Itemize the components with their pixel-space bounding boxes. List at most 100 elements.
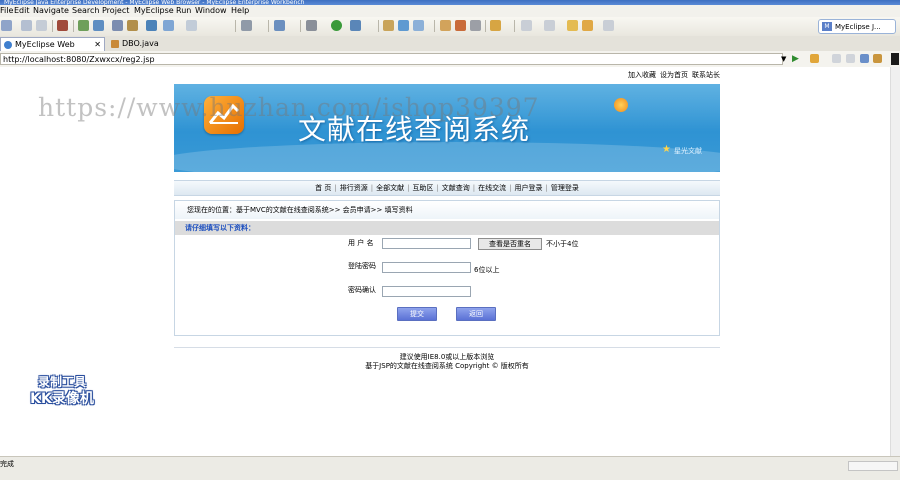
toolbar-separator (378, 20, 379, 32)
java-file-icon (111, 40, 119, 48)
menu-window[interactable]: Window (195, 6, 227, 16)
nav-help-area[interactable]: 互助区 (409, 184, 436, 192)
site-footer: 建议使用IE8.0或以上版本浏览 基于JSP的文献在线查阅系统 Copyrigh… (174, 353, 720, 371)
banner-slogan: 星光文献 (674, 147, 702, 155)
nav-user-login[interactable]: 用户登录 (512, 184, 546, 192)
toolbar-separator (268, 20, 269, 32)
nav-doc-search[interactable]: 文献查询 (439, 184, 473, 192)
nav-home[interactable]: 首 页 (312, 184, 334, 192)
globe-icon (4, 41, 12, 49)
myeclipse-icon: M (822, 22, 832, 31)
toolbar-separator (514, 20, 515, 32)
footer-browser-note: 建议使用IE8.0或以上版本浏览 (399, 353, 495, 361)
vertical-scrollbar[interactable] (890, 67, 900, 456)
new-interface-icon[interactable] (413, 20, 424, 31)
top-links: 加入收藏 设为首页 联系站长 (174, 69, 720, 81)
save-icon[interactable] (21, 20, 32, 31)
menu-edit[interactable]: Edit (14, 6, 30, 16)
menu-search[interactable]: Search (72, 6, 99, 16)
prev-annotation-icon[interactable] (544, 20, 555, 31)
submit-button[interactable]: 提交 (397, 307, 437, 321)
perspective-switcher[interactable]: M MyEclipse J... (818, 19, 896, 34)
add-favorite-link[interactable]: 加入收藏 (628, 71, 656, 79)
menu-myeclipse[interactable]: MyEclipse (134, 6, 174, 16)
back-button[interactable]: 返回 (456, 307, 496, 321)
site-nav: 首 页 | 排行资源 | 全部文献 | 互助区 | 文献查询 | 在线交流 | 用户登录 | 管理登录 (174, 180, 720, 196)
save-all-icon[interactable] (36, 20, 47, 31)
home-icon[interactable] (873, 54, 882, 63)
back-icon[interactable] (810, 54, 819, 63)
new-package-icon[interactable] (383, 20, 394, 31)
tools-icon[interactable] (186, 20, 197, 31)
server-icon[interactable] (93, 20, 104, 31)
contact-admin-link[interactable]: 联系站长 (692, 71, 720, 79)
check-username-button[interactable]: 查看是否重名 (478, 238, 542, 250)
new-wizard-icon[interactable] (274, 20, 285, 31)
footer-copyright: 基于JSP的文献在线查阅系统 Copyright © 版权所有 (365, 362, 529, 370)
sun-icon (614, 98, 628, 112)
run-icon[interactable] (331, 20, 342, 31)
toolbar-separator (434, 20, 435, 32)
search-icon[interactable] (470, 20, 481, 31)
debug-settings-icon[interactable] (306, 20, 317, 31)
last-edit-icon[interactable] (567, 20, 578, 31)
web-icon[interactable] (163, 20, 174, 31)
refresh-icon[interactable] (860, 54, 869, 63)
footer-divider (174, 347, 720, 348)
main-toolbar (0, 17, 900, 37)
new-icon[interactable] (1, 20, 12, 31)
side-panel-handle[interactable] (891, 53, 899, 65)
set-homepage-link[interactable]: 设为首页 (660, 71, 688, 79)
form-heading: 请仔细填写以下资料： (175, 221, 719, 235)
menu-run[interactable]: Run (176, 6, 191, 16)
menu-file[interactable]: File (0, 6, 13, 16)
password-hint: 6位以上 (474, 266, 500, 274)
close-icon[interactable]: ✕ (94, 38, 101, 52)
nav-ranking[interactable]: 排行资源 (337, 184, 371, 192)
recorder-watermark-line1: 录制工具 (37, 375, 86, 389)
nav-online-chat[interactable]: 在线交流 (475, 184, 509, 192)
forward-icon[interactable] (832, 54, 841, 63)
menu-help[interactable]: Help (231, 6, 249, 16)
deploy-icon[interactable] (78, 20, 89, 31)
chevron-down-icon[interactable]: ▼ (781, 53, 786, 65)
db-icon[interactable] (146, 20, 157, 31)
username-field[interactable] (382, 238, 471, 249)
stop-icon[interactable] (846, 54, 855, 63)
go-icon[interactable]: ▶ (792, 54, 801, 64)
recorder-watermark-line2: KK录像机 (30, 391, 94, 407)
new-class-icon[interactable] (398, 20, 409, 31)
open-type-icon[interactable] (112, 20, 123, 31)
tab-myeclipse-web-browser[interactable]: MyEclipse Web Browser ✕ (0, 37, 105, 63)
menu-navigate[interactable]: Navigate (33, 6, 69, 16)
nav-admin-login[interactable]: 管理登录 (548, 184, 582, 192)
open-folder-icon[interactable] (440, 20, 451, 31)
toolbar-separator (52, 20, 53, 32)
watermark-text: https://www.huzhan.com/ishop39397 (38, 93, 540, 122)
edit-icon[interactable] (455, 20, 466, 31)
forward-icon[interactable] (603, 20, 614, 31)
progress-bar (848, 461, 898, 471)
perspective-label: MyEclipse J... (835, 23, 881, 31)
url-input[interactable] (0, 53, 783, 65)
toolbar-separator (235, 20, 236, 32)
menu-project[interactable]: Project (102, 6, 129, 16)
next-annotation-icon[interactable] (521, 20, 532, 31)
back-icon[interactable] (582, 20, 593, 31)
username-label: 用 户 名 (348, 239, 374, 247)
confirm-password-field[interactable] (382, 286, 471, 297)
toolbar-separator (300, 20, 301, 32)
password-field[interactable] (382, 262, 471, 273)
print-icon[interactable] (57, 20, 68, 31)
status-text: 完成 (0, 460, 14, 468)
external-tools-icon[interactable] (350, 20, 361, 31)
open-resource-icon[interactable] (127, 20, 138, 31)
nav-all-docs[interactable]: 全部文献 (373, 184, 407, 192)
editor-tab-bar: MyEclipse Web Browser ✕ DBO.java (0, 36, 900, 63)
annotation-icon[interactable] (490, 20, 501, 31)
breadcrumb: 您现在的位置：基于MVC的文献在线查阅系统>> 会员申请>> 填写资料 (175, 201, 719, 219)
terminal-icon[interactable] (241, 20, 252, 31)
tab-label: DBO.java (122, 39, 159, 48)
status-bar: 完成 (0, 456, 900, 480)
tab-dbo-java[interactable]: DBO.java (108, 37, 164, 51)
